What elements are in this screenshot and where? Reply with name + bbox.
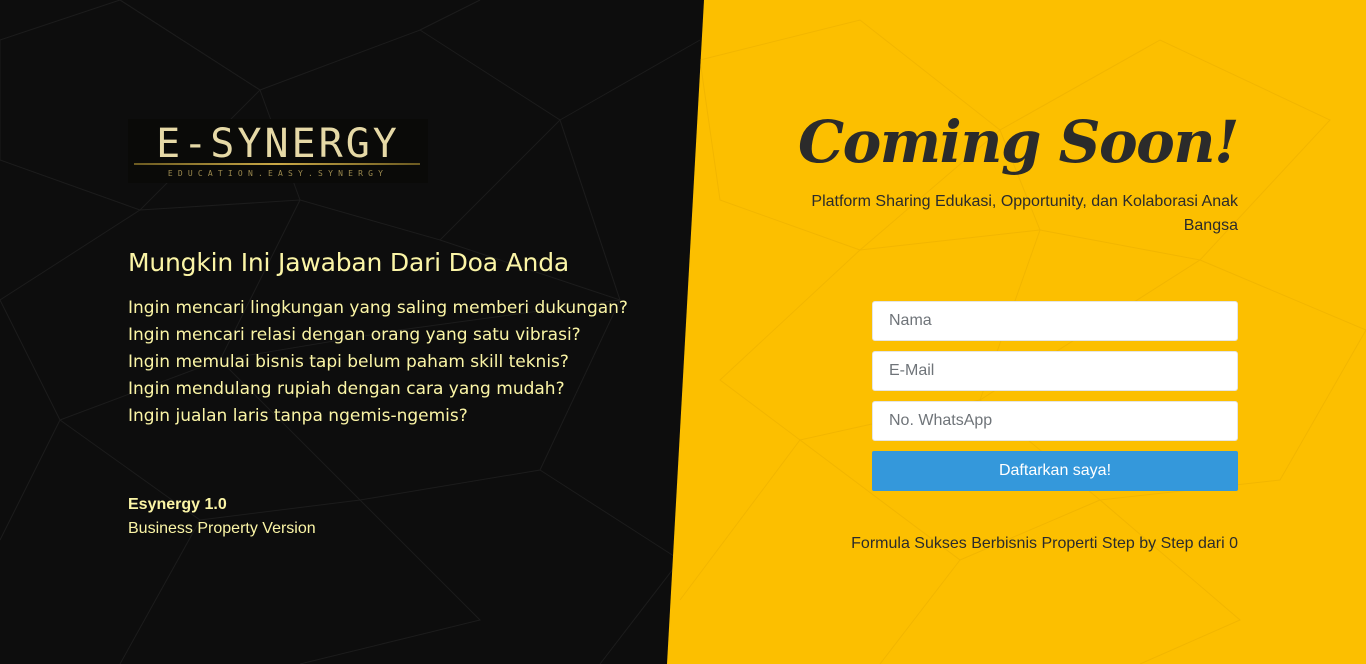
question-item: Ingin mendulang rupiah dengan cara yang …	[128, 379, 565, 399]
version-title: Esynergy 1.0	[128, 496, 227, 513]
question-list: Ingin mencari lingkungan yang saling mem…	[128, 295, 628, 430]
question-item: Ingin jualan laris tanpa ngemis-ngemis?	[128, 406, 468, 426]
left-headline: Mungkin Ini Jawaban Dari Doa Anda	[128, 248, 569, 277]
landing-page: E-SYNERGY EDUCATION.EASY.SYNERGY Mungkin…	[0, 0, 1366, 664]
coming-soon-title: Coming Soon!	[797, 108, 1240, 176]
brand-logo: E-SYNERGY EDUCATION.EASY.SYNERGY	[128, 119, 428, 183]
email-input[interactable]	[872, 351, 1238, 391]
name-input[interactable]	[872, 301, 1238, 341]
question-item: Ingin memulai bisnis tapi belum paham sk…	[128, 352, 569, 372]
logo-divider	[134, 163, 420, 165]
logo-tagline: EDUCATION.EASY.SYNERGY	[167, 169, 389, 178]
version-subtitle: Business Property Version	[128, 520, 316, 537]
question-item: Ingin mencari lingkungan yang saling mem…	[128, 298, 628, 318]
logo-wordmark: E-SYNERGY	[156, 121, 400, 167]
footer-note: Formula Sukses Berbisnis Properti Step b…	[851, 535, 1238, 552]
platform-tagline: Platform Sharing Edukasi, Opportunity, d…	[811, 193, 1238, 234]
register-button[interactable]: Daftarkan saya!	[872, 451, 1238, 491]
whatsapp-input[interactable]	[872, 401, 1238, 441]
question-item: Ingin mencari relasi dengan orang yang s…	[128, 325, 581, 345]
signup-form: Daftarkan saya!	[872, 301, 1238, 491]
